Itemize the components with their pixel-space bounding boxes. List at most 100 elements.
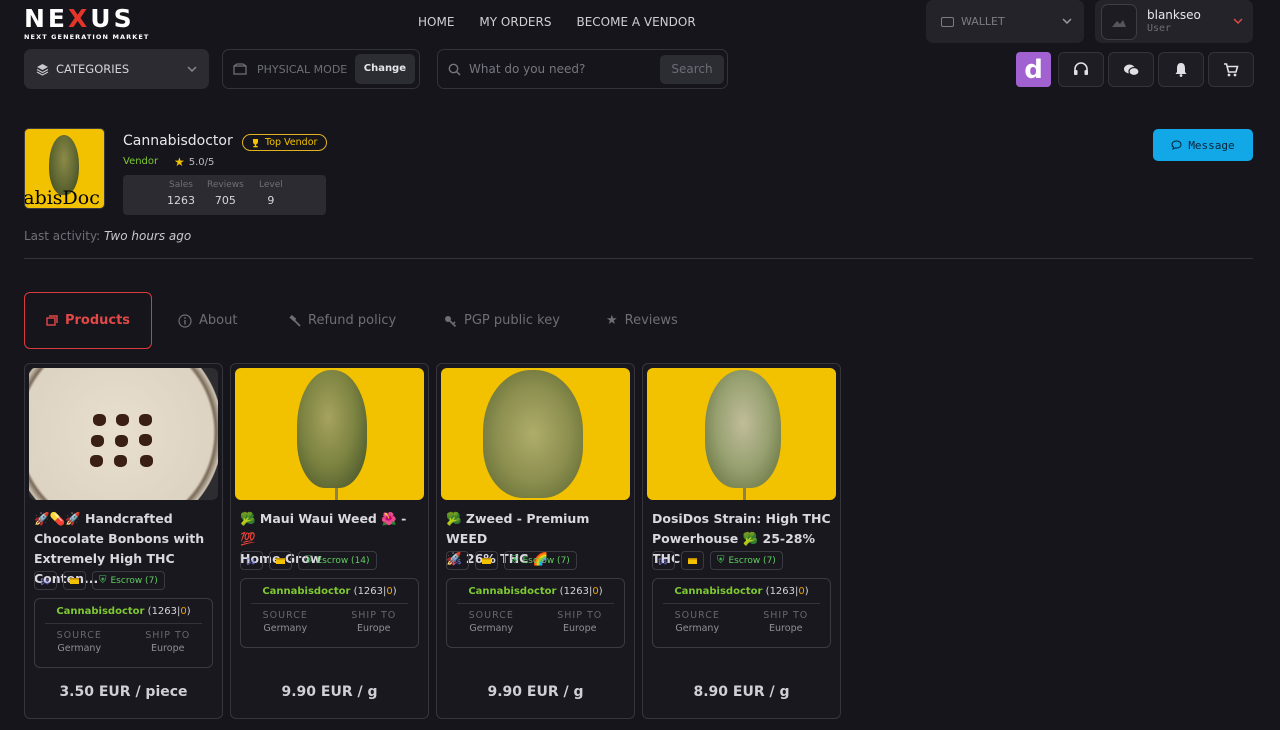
bell-icon [1174, 62, 1188, 77]
search-bar: What do you need? Search [437, 49, 728, 89]
vendor-info-box: Cannabisdoctor (1263|0) SOURCE Germany SH… [652, 578, 831, 648]
vendor-rating: ★ 5.0/5 [174, 155, 214, 169]
last-activity: Last activity: Two hours ago [24, 229, 192, 243]
box-badge-icon [681, 551, 704, 570]
product-price: 3.50 EUR / piece [59, 684, 188, 700]
product-price: 9.90 EUR / g [281, 684, 378, 700]
user-menu[interactable]: blankseo User [1095, 0, 1253, 43]
tab-reviews[interactable]: ★ Reviews [606, 292, 678, 349]
tab-about[interactable]: About [178, 292, 237, 349]
product-vendor-link[interactable]: Cannabisdoctor [262, 586, 350, 597]
shipping-mode: PHYSICAL MODE Change [222, 49, 420, 89]
crypto-badge-icon: ₿$ [34, 571, 57, 590]
nav-orders-link[interactable]: MY ORDERS [479, 15, 551, 29]
product-vendor-link[interactable]: Cannabisdoctor [56, 606, 144, 617]
box-icon [233, 63, 247, 75]
wallet-label: WALLET [961, 15, 1005, 28]
divider [24, 258, 1253, 259]
cannabis-bud-image [705, 370, 781, 488]
cannabis-bud-image [483, 370, 583, 498]
search-input[interactable]: What do you need? [469, 62, 585, 76]
d-app-button[interactable]: d [1016, 52, 1051, 87]
chevron-down-icon [187, 64, 197, 75]
product-badges: ₿$ ⛨ Escrow (7) [34, 571, 165, 590]
vendor-info-box: Cannabisdoctor (1263|0) SOURCE Germany SH… [446, 578, 625, 648]
vendor-role: Vendor [123, 156, 159, 167]
svg-text:₿$: ₿$ [452, 558, 461, 565]
trophy-icon [251, 138, 260, 148]
crypto-badge-icon: ₿$ [446, 551, 469, 570]
cart-icon [1223, 62, 1239, 77]
notifications-button[interactable] [1158, 52, 1204, 87]
wallet-icon [941, 16, 954, 27]
mode-label: PHYSICAL MODE [257, 62, 348, 76]
last-activity-value: Two hours ago [104, 229, 192, 243]
shield-icon: ⛨ [717, 555, 725, 566]
message-label: Message [1188, 138, 1235, 152]
product-image[interactable] [647, 368, 836, 500]
product-card[interactable]: 🥦 Zweed - Premium WEED 🚀 26% THC 🌈 ₿$ ⛨ E… [436, 363, 635, 719]
product-vendor-link[interactable]: Cannabisdoctor [674, 586, 762, 597]
shield-icon: ⛨ [99, 575, 107, 586]
top-vendor-label: Top Vendor [265, 137, 318, 148]
categories-dropdown[interactable]: CATEGORIES [24, 49, 209, 89]
tab-products[interactable]: Products [24, 292, 152, 349]
box-badge-icon [63, 571, 86, 590]
crypto-badge-icon: ₿$ [652, 551, 675, 570]
info-icon [178, 313, 192, 328]
logo-word: NEXUS [24, 4, 135, 33]
product-image[interactable] [235, 368, 424, 500]
chevron-down-icon [1062, 16, 1072, 27]
change-mode-button[interactable]: Change [354, 54, 415, 84]
cannabis-bud-image [49, 135, 79, 195]
chat-icon [1171, 140, 1182, 150]
vendor-stat-reviews: Reviews 705 [207, 180, 244, 207]
crypto-badge-icon: ₿$ [240, 551, 263, 570]
avatar [1101, 3, 1137, 40]
chat-bubbles-icon [1123, 63, 1140, 77]
product-card[interactable]: 🚀💊🚀 Handcrafted Chocolate Bonbons with E… [24, 363, 223, 719]
message-button[interactable]: Message [1153, 129, 1253, 161]
vendor-info-box: Cannabisdoctor (1263|0) SOURCE Germany SH… [34, 598, 213, 668]
svg-text:₿$: ₿$ [40, 578, 49, 585]
tab-refund-policy[interactable]: Refund policy [289, 292, 396, 349]
headset-icon [1073, 62, 1089, 77]
vendor-rating-value: 5.0/5 [188, 156, 215, 168]
nav-home-link[interactable]: HOME [418, 15, 454, 29]
product-image[interactable] [29, 368, 218, 500]
chat-button[interactable] [1108, 52, 1154, 87]
escrow-badge: ⛨ Escrow (7) [92, 571, 165, 590]
nav-become-vendor-link[interactable]: BECOME A VENDOR [576, 15, 695, 29]
layers-icon [36, 63, 49, 76]
support-button[interactable] [1058, 52, 1104, 87]
tab-pgp-key[interactable]: PGP public key [444, 292, 560, 349]
hammer-icon [289, 314, 301, 327]
categories-label: CATEGORIES [56, 62, 130, 76]
product-card[interactable]: 🥦 Maui Waui Weed 🌺 - 💯 Home Grow ₿$ ⛨ Esc… [230, 363, 429, 719]
logo[interactable]: NEXUS NEXT GENERATION MARKET [24, 4, 159, 42]
box-badge-icon [269, 551, 292, 570]
product-price: 9.90 EUR / g [487, 684, 584, 700]
product-badges: ₿$ ⛨ Escrow (7) [652, 551, 783, 570]
products-icon [46, 315, 58, 326]
product-source: Germany [675, 623, 720, 634]
product-source: Germany [469, 623, 514, 634]
product-ship-to: Europe [563, 623, 597, 634]
shield-icon: ⛨ [305, 555, 313, 566]
box-badge-icon [475, 551, 498, 570]
search-button[interactable]: Search [660, 54, 724, 84]
wallet-dropdown[interactable]: WALLET [926, 0, 1084, 43]
top-vendor-badge: Top Vendor [242, 134, 328, 151]
shield-icon: ⛨ [511, 555, 519, 566]
vendor-logo-text: nabisDoc [24, 187, 100, 209]
vendor-stat-sales: Sales 1263 [167, 180, 195, 207]
vendor-stats: Sales 1263 Reviews 705 Level 9 [123, 175, 326, 215]
cart-button[interactable] [1208, 52, 1254, 87]
product-card[interactable]: DosiDos Strain: High THC Powerhouse 🥦 25… [642, 363, 841, 719]
vendor-logo: nabisDoc [24, 128, 105, 209]
product-source: Germany [263, 623, 308, 634]
product-image[interactable] [441, 368, 630, 500]
product-ship-to: Europe [769, 623, 803, 634]
escrow-badge: ⛨ Escrow (7) [504, 551, 577, 570]
product-vendor-link[interactable]: Cannabisdoctor [468, 586, 556, 597]
